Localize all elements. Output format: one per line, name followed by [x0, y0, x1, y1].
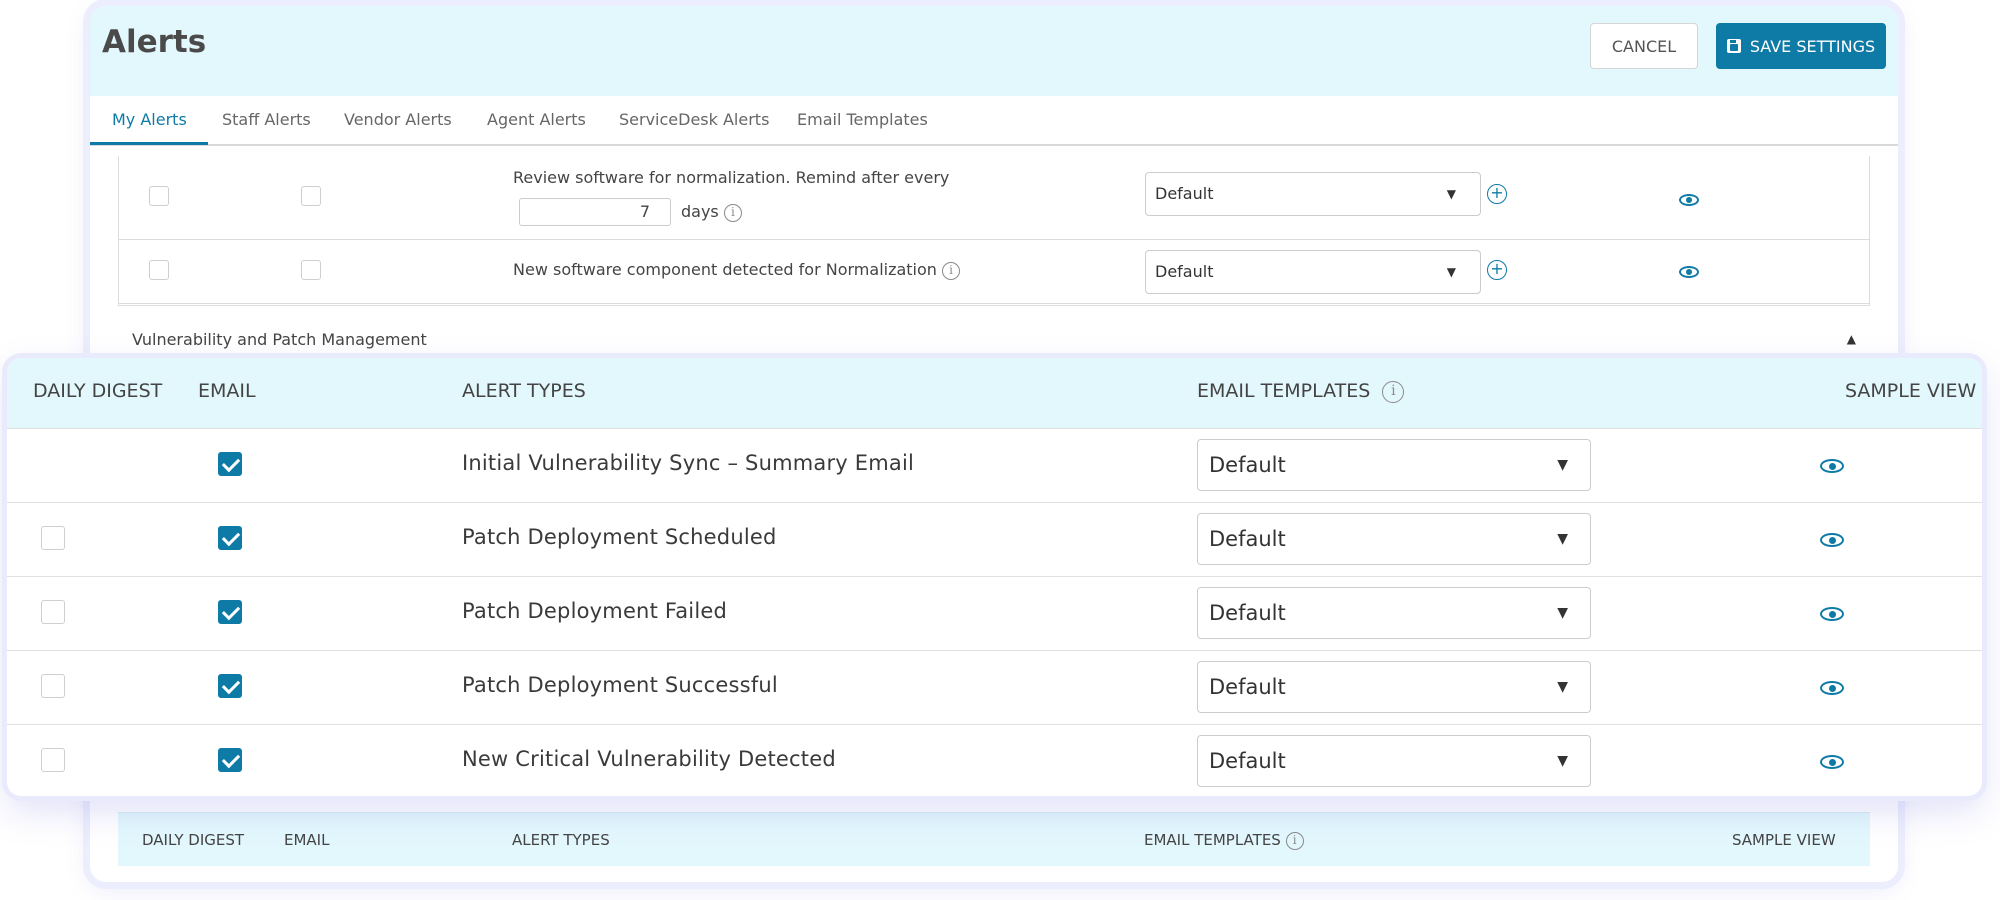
table-row: [118, 866, 1870, 882]
email-template-value: Default: [1209, 527, 1286, 551]
table-row: Patch Deployment Scheduled Default ▼: [7, 502, 1982, 576]
vulnerability-alerts-card: DAILY DIGEST EMAIL ALERT TYPES EMAIL TEM…: [7, 358, 1982, 796]
active-tab-indicator: [90, 142, 208, 145]
page-header: Alerts CANCEL SAVE SETTINGS: [90, 6, 1898, 96]
email-template-value: Default: [1155, 184, 1214, 203]
alert-type-text: Patch Deployment Scheduled: [462, 525, 777, 549]
caret-down-icon: ▼: [1557, 753, 1568, 769]
email-checkbox[interactable]: [218, 526, 242, 550]
table-row: New software component detected for Norm…: [119, 240, 1869, 304]
floppy-disk-icon: [1726, 39, 1741, 53]
table-row: Patch Deployment Failed Default ▼: [7, 576, 1982, 650]
tab-servicedesk-alerts[interactable]: ServiceDesk Alerts: [619, 110, 769, 129]
email-checkbox[interactable]: [218, 600, 242, 624]
caret-down-icon: ▼: [1557, 605, 1568, 621]
email-checkbox[interactable]: [218, 748, 242, 772]
tab-vendor-alerts[interactable]: Vendor Alerts: [344, 110, 452, 129]
remind-days-input[interactable]: 7: [519, 198, 671, 226]
column-email-templates: EMAIL TEMPLATES i: [1144, 831, 1304, 850]
info-icon[interactable]: i: [1382, 380, 1405, 403]
caret-down-icon: ▼: [1557, 679, 1568, 695]
daily-digest-checkbox[interactable]: [41, 748, 65, 772]
column-email-templates-label: EMAIL TEMPLATES: [1197, 380, 1371, 402]
tab-staff-alerts[interactable]: Staff Alerts: [222, 110, 311, 129]
tab-email-templates[interactable]: Email Templates: [797, 110, 928, 129]
email-checkbox[interactable]: [301, 186, 321, 206]
column-daily-digest: DAILY DIGEST: [142, 831, 245, 849]
email-template-select[interactable]: Default ▼: [1145, 172, 1481, 216]
email-template-select[interactable]: Default ▼: [1197, 661, 1591, 713]
caret-down-icon: ▼: [1557, 457, 1568, 473]
alert-type-text: Initial Vulnerability Sync – Summary Ema…: [462, 451, 915, 475]
email-template-select[interactable]: Default ▼: [1145, 250, 1481, 294]
caret-down-icon: ▼: [1446, 187, 1456, 201]
alert-type-text: New software component detected for Norm…: [513, 260, 937, 279]
column-daily-digest: DAILY DIGEST: [33, 380, 163, 402]
eye-icon[interactable]: [1679, 194, 1699, 206]
info-icon[interactable]: i: [723, 203, 742, 222]
remind-days-unit: days i: [681, 202, 742, 222]
column-email-templates-label: EMAIL TEMPLATES: [1144, 831, 1281, 849]
daily-digest-checkbox[interactable]: [41, 526, 65, 550]
caret-up-icon[interactable]: ▲: [1847, 332, 1856, 346]
table-header: DAILY DIGEST EMAIL ALERT TYPES EMAIL TEM…: [7, 358, 1982, 428]
email-checkbox[interactable]: [301, 260, 321, 280]
column-alert-types: ALERT TYPES: [462, 380, 586, 402]
eye-icon[interactable]: [1679, 266, 1699, 278]
column-email-templates: EMAIL TEMPLATES i: [1197, 380, 1405, 403]
email-template-value: Default: [1155, 262, 1214, 281]
email-template-value: Default: [1209, 601, 1286, 625]
email-template-value: Default: [1209, 675, 1286, 699]
page-title: Alerts: [102, 24, 207, 60]
eye-icon[interactable]: [1820, 607, 1844, 621]
email-template-value: Default: [1209, 749, 1286, 773]
caret-down-icon: ▼: [1446, 265, 1456, 279]
email-checkbox[interactable]: [218, 674, 242, 698]
daily-digest-checkbox[interactable]: [41, 600, 65, 624]
plus-circle-icon[interactable]: +: [1487, 184, 1507, 204]
save-settings-button[interactable]: SAVE SETTINGS: [1716, 23, 1886, 69]
save-settings-label: SAVE SETTINGS: [1749, 36, 1876, 56]
software-alerts-table: Review software for normalization. Remin…: [118, 156, 1870, 306]
eye-icon[interactable]: [1820, 459, 1844, 473]
column-sample-view: SAMPLE VIEW: [1845, 380, 1977, 402]
days-label: days: [681, 202, 719, 221]
column-email: EMAIL: [284, 831, 330, 849]
table-row: Patch Deployment Successful Default ▼: [7, 650, 1982, 724]
column-email: EMAIL: [198, 380, 256, 402]
daily-digest-checkbox[interactable]: [149, 186, 169, 206]
plus-circle-icon[interactable]: +: [1487, 260, 1507, 280]
alert-tabs: My Alerts Staff Alerts Vendor Alerts Age…: [90, 96, 1898, 146]
tab-agent-alerts[interactable]: Agent Alerts: [487, 110, 586, 129]
email-checkbox[interactable]: [218, 452, 242, 476]
column-sample-view: SAMPLE VIEW: [1732, 831, 1836, 849]
tab-my-alerts[interactable]: My Alerts: [112, 110, 187, 129]
email-template-select[interactable]: Default ▼: [1197, 587, 1591, 639]
daily-digest-checkbox[interactable]: [41, 674, 65, 698]
alert-type-cell: New software component detected for Norm…: [513, 260, 961, 280]
email-template-select[interactable]: Default ▼: [1197, 439, 1591, 491]
section-label: Vulnerability and Patch Management: [132, 330, 427, 349]
table-header: DAILY DIGEST EMAIL ALERT TYPES EMAIL TEM…: [118, 812, 1870, 866]
eye-icon[interactable]: [1820, 755, 1844, 769]
info-icon[interactable]: i: [942, 261, 961, 280]
alert-type-text: Review software for normalization. Remin…: [513, 168, 950, 187]
table-row: Initial Vulnerability Sync – Summary Ema…: [7, 428, 1982, 502]
alert-type-text: New Critical Vulnerability Detected: [462, 747, 836, 771]
eye-icon[interactable]: [1820, 681, 1844, 695]
table-row: Review software for normalization. Remin…: [119, 156, 1869, 240]
alert-type-text: Patch Deployment Failed: [462, 599, 728, 623]
caret-down-icon: ▼: [1557, 531, 1568, 547]
email-template-select[interactable]: Default ▼: [1197, 513, 1591, 565]
cancel-button[interactable]: CANCEL: [1590, 23, 1698, 69]
alert-type-text: Patch Deployment Successful: [462, 673, 778, 697]
email-template-value: Default: [1209, 453, 1286, 477]
info-icon[interactable]: i: [1285, 831, 1304, 850]
column-alert-types: ALERT TYPES: [512, 831, 610, 849]
email-template-select[interactable]: Default ▼: [1197, 735, 1591, 787]
table-row: New Critical Vulnerability Detected Defa…: [7, 724, 1982, 796]
eye-icon[interactable]: [1820, 533, 1844, 547]
daily-digest-checkbox[interactable]: [149, 260, 169, 280]
